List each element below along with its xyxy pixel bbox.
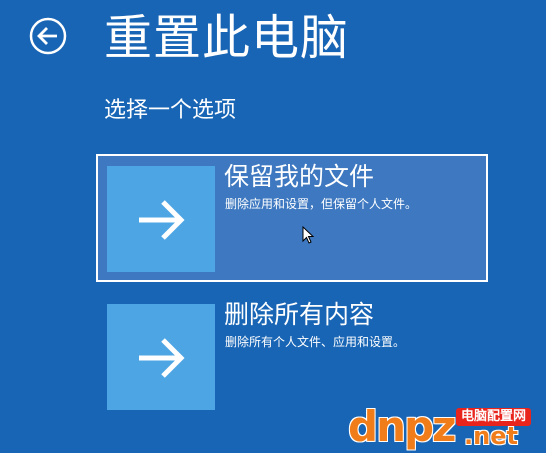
option-description: 删除所有个人文件、应用和设置。 <box>225 335 406 349</box>
option-remove-everything[interactable]: 删除所有内容 删除所有个人文件、应用和设置。 <box>96 292 488 420</box>
watermark-logo: dnpz 电脑配置网 .net <box>348 404 542 450</box>
option-description: 删除应用和设置，但保留个人文件。 <box>225 197 418 211</box>
mouse-cursor-icon <box>302 226 314 244</box>
watermark-domain-suffix: .net <box>464 422 518 450</box>
option-tile <box>107 304 215 410</box>
option-keep-my-files[interactable]: 保留我的文件 删除应用和设置，但保留个人文件。 <box>96 154 488 282</box>
back-button[interactable] <box>28 16 68 56</box>
page-title: 重置此电脑 <box>104 10 350 66</box>
watermark-logo-text: dnpz <box>348 402 456 451</box>
option-title: 删除所有内容 <box>224 300 375 329</box>
back-arrow-circle-icon <box>29 17 67 55</box>
page-subtitle: 选择一个选项 <box>104 98 237 123</box>
arrow-right-icon <box>139 200 185 240</box>
arrow-right-icon <box>139 338 185 378</box>
option-tile <box>107 166 215 272</box>
option-title: 保留我的文件 <box>224 162 375 191</box>
